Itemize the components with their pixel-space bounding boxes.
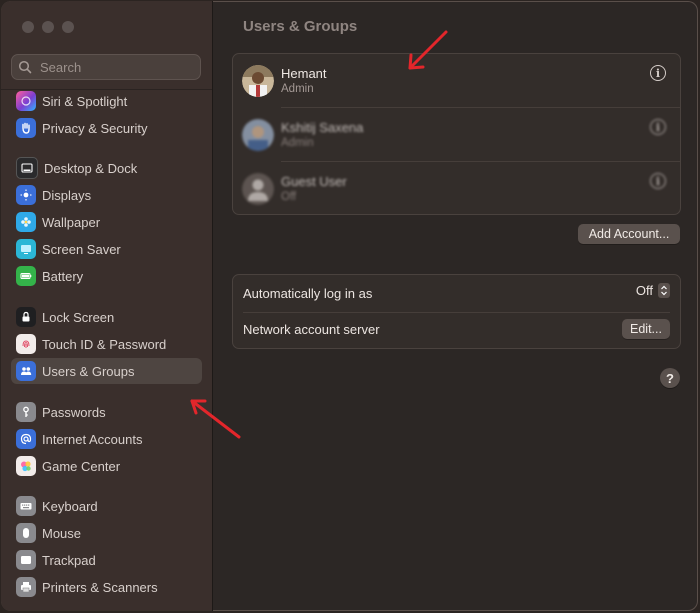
sidebar-item-siri-spotlight[interactable]: Siri & Spotlight bbox=[11, 88, 202, 114]
auto-login-select[interactable]: Off bbox=[636, 283, 670, 298]
sidebar-item-displays[interactable]: Displays bbox=[11, 182, 202, 208]
screensaver-icon bbox=[16, 239, 36, 259]
sidebar-item-label: Battery bbox=[42, 268, 84, 284]
sidebar-item-internet-accounts[interactable]: Internet Accounts bbox=[11, 426, 202, 452]
help-button[interactable]: ? bbox=[660, 368, 680, 388]
sidebar-item-mouse[interactable]: Mouse bbox=[11, 520, 202, 546]
login-settings-card: Automatically log in as Off Network acco… bbox=[232, 274, 681, 349]
sidebar-item-label: Keyboard bbox=[42, 498, 98, 514]
sidebar-item-label: Lock Screen bbox=[42, 309, 115, 325]
sidebar-item-label: Privacy & Security bbox=[42, 120, 148, 136]
siri-icon bbox=[16, 91, 36, 111]
flower-icon bbox=[16, 212, 36, 232]
sidebar: Siri & Spotlight Privacy & Security Desk… bbox=[1, 1, 213, 611]
sidebar-item-label: Displays bbox=[42, 187, 92, 203]
sidebar-item-label: Passwords bbox=[42, 404, 106, 420]
sidebar-item-label: Wallpaper bbox=[42, 214, 101, 230]
sidebar-item-trackpad[interactable]: Trackpad bbox=[11, 547, 202, 573]
sidebar-item-lock-screen[interactable]: Lock Screen bbox=[11, 304, 202, 330]
user-row-guest[interactable]: Guest User Off i bbox=[233, 162, 680, 216]
user-row-kshitij[interactable]: Kshitij Saxena Admin i bbox=[233, 108, 680, 162]
sidebar-item-passwords[interactable]: Passwords bbox=[11, 399, 202, 425]
info-icon[interactable]: i bbox=[650, 65, 666, 81]
search-input[interactable] bbox=[38, 58, 192, 76]
auto-login-row: Automatically log in as Off bbox=[233, 275, 680, 311]
window-controls bbox=[22, 21, 74, 33]
sidebar-item-label: Internet Accounts bbox=[42, 431, 143, 447]
sidebar-item-desktop-dock[interactable]: Desktop & Dock bbox=[11, 155, 202, 181]
key-icon bbox=[16, 402, 36, 422]
sidebar-item-label: Users & Groups bbox=[42, 363, 135, 379]
network-server-row: Network account server Edit... bbox=[233, 313, 680, 349]
sidebar-item-label: Screen Saver bbox=[42, 241, 121, 257]
auto-login-label: Automatically log in as bbox=[243, 286, 373, 301]
avatar bbox=[242, 65, 274, 97]
user-row-hemant[interactable]: Hemant Admin i bbox=[233, 54, 680, 108]
chevron-updown-icon bbox=[658, 283, 670, 298]
user-role: Admin bbox=[281, 83, 314, 95]
fingerprint-icon bbox=[16, 334, 36, 354]
auto-login-value: Off bbox=[635, 283, 653, 298]
at-icon bbox=[16, 429, 36, 449]
sidebar-item-game-center[interactable]: Game Center bbox=[11, 453, 202, 479]
avatar bbox=[242, 119, 274, 151]
sidebar-item-keyboard[interactable]: Keyboard bbox=[11, 493, 202, 519]
sidebar-item-battery[interactable]: Battery bbox=[11, 263, 202, 289]
sidebar-item-label: Mouse bbox=[42, 525, 82, 541]
sidebar-item-label: Printers & Scanners bbox=[42, 579, 158, 595]
page-title: Users & Groups bbox=[243, 18, 358, 35]
sidebar-item-label: Desktop & Dock bbox=[44, 160, 138, 176]
zoom-window-button[interactable] bbox=[62, 21, 74, 33]
sidebar-item-printers-scanners[interactable]: Printers & Scanners bbox=[11, 574, 202, 600]
search-field[interactable] bbox=[11, 54, 201, 80]
minimize-window-button[interactable] bbox=[42, 21, 54, 33]
add-account-button[interactable]: Add Account... bbox=[578, 224, 680, 244]
sidebar-item-label: Trackpad bbox=[42, 552, 96, 568]
network-server-label: Network account server bbox=[243, 322, 380, 337]
lock-icon bbox=[16, 307, 36, 327]
sidebar-item-users-groups[interactable]: Users & Groups bbox=[11, 358, 202, 384]
user-name: Hemant bbox=[281, 66, 327, 81]
sidebar-item-screen-saver[interactable]: Screen Saver bbox=[11, 236, 202, 262]
user-name: Guest User bbox=[281, 174, 347, 189]
edit-button[interactable]: Edit... bbox=[622, 319, 670, 339]
user-name: Kshitij Saxena bbox=[281, 120, 364, 135]
sun-icon bbox=[16, 185, 36, 205]
users-list-card: Hemant Admin i Kshitij Saxena Admin i Gu… bbox=[232, 53, 681, 215]
sidebar-item-touch-id-password[interactable]: Touch ID & Password bbox=[11, 331, 202, 357]
user-role: Off bbox=[281, 191, 297, 203]
info-icon[interactable]: i bbox=[650, 119, 666, 135]
battery-icon bbox=[16, 266, 36, 286]
hand-icon bbox=[16, 118, 36, 138]
users-icon bbox=[16, 361, 36, 381]
printer-icon bbox=[16, 577, 36, 597]
trackpad-icon bbox=[16, 550, 36, 570]
keyboard-icon bbox=[16, 496, 36, 516]
sidebar-item-privacy-security[interactable]: Privacy & Security bbox=[11, 115, 202, 141]
mouse-icon bbox=[16, 523, 36, 543]
dock-icon bbox=[16, 157, 38, 179]
game-center-icon bbox=[16, 456, 36, 476]
search-icon bbox=[18, 60, 32, 74]
sidebar-item-label: Touch ID & Password bbox=[42, 336, 167, 352]
sidebar-item-label: Game Center bbox=[42, 458, 121, 474]
user-role: Admin bbox=[281, 137, 314, 149]
avatar bbox=[242, 173, 274, 205]
sidebar-item-wallpaper[interactable]: Wallpaper bbox=[11, 209, 202, 235]
sidebar-item-label: Siri & Spotlight bbox=[42, 93, 128, 109]
settings-window: Siri & Spotlight Privacy & Security Desk… bbox=[1, 1, 698, 611]
close-window-button[interactable] bbox=[22, 21, 34, 33]
main-panel: Users & Groups Hemant Admin i Kshitij Sa… bbox=[213, 1, 698, 611]
info-icon[interactable]: i bbox=[650, 173, 666, 189]
